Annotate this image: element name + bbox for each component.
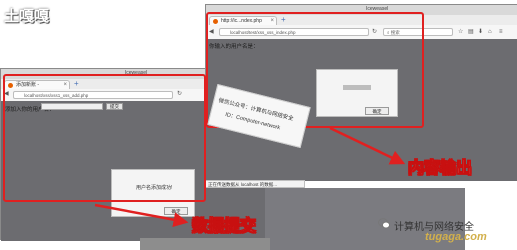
wechat-icon bbox=[378, 218, 390, 229]
arrow-submit bbox=[94, 203, 189, 228]
site-watermark: tugaga.com bbox=[425, 231, 487, 243]
annotation-submit-label: 数据提交 bbox=[192, 218, 257, 236]
arrow-output bbox=[329, 126, 406, 165]
site-logo: 土嘎嘎 bbox=[4, 8, 50, 25]
annotation-output-label: 内容输出 bbox=[408, 160, 473, 178]
